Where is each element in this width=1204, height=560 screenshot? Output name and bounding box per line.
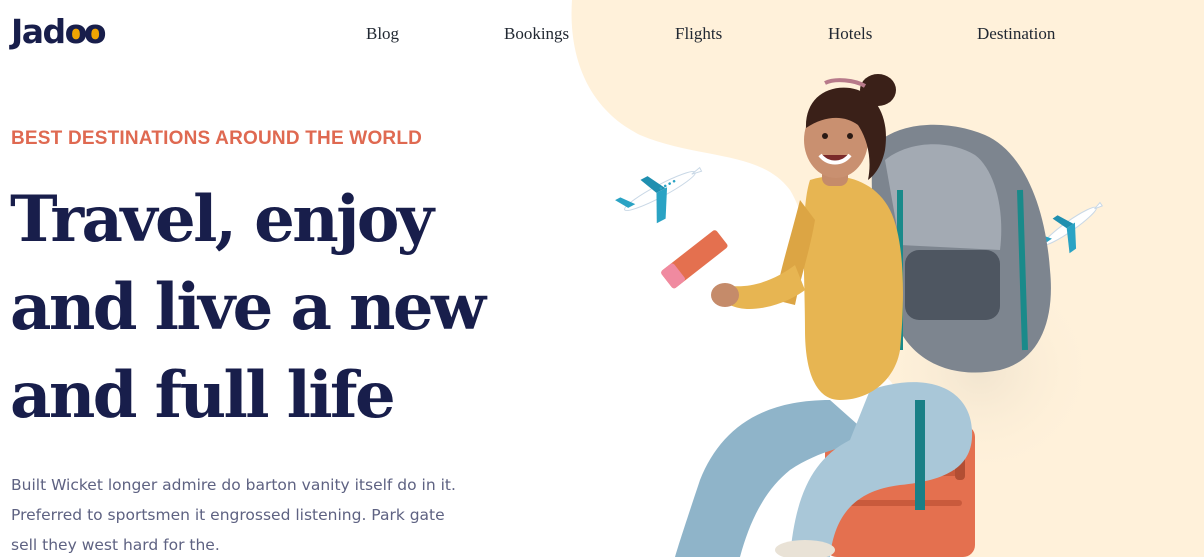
- nav-item-blog[interactable]: Blog: [366, 24, 399, 44]
- headline-line-3: and full life: [10, 358, 396, 433]
- traveler-illustration: [661, 74, 1100, 557]
- logo-text: Jadoo: [11, 12, 107, 51]
- nav-item-hotels[interactable]: Hotels: [828, 24, 872, 44]
- hero-eyebrow: BEST DESTINATIONS AROUND THE WORLD: [11, 128, 423, 149]
- nav-item-bookings[interactable]: Bookings: [504, 24, 569, 44]
- nav-item-flights[interactable]: Flights: [675, 24, 722, 44]
- logo[interactable]: Jadoo: [11, 10, 107, 54]
- nav-item-destination[interactable]: Destination: [977, 24, 1055, 44]
- hero-headline: Travel, enjoy and live a new and full li…: [10, 176, 490, 440]
- headline-line-2: and live a new: [10, 270, 486, 345]
- hero-description: Built Wicket longer admire do barton van…: [11, 476, 456, 554]
- headline-line-1: Travel, enjoy: [10, 182, 434, 257]
